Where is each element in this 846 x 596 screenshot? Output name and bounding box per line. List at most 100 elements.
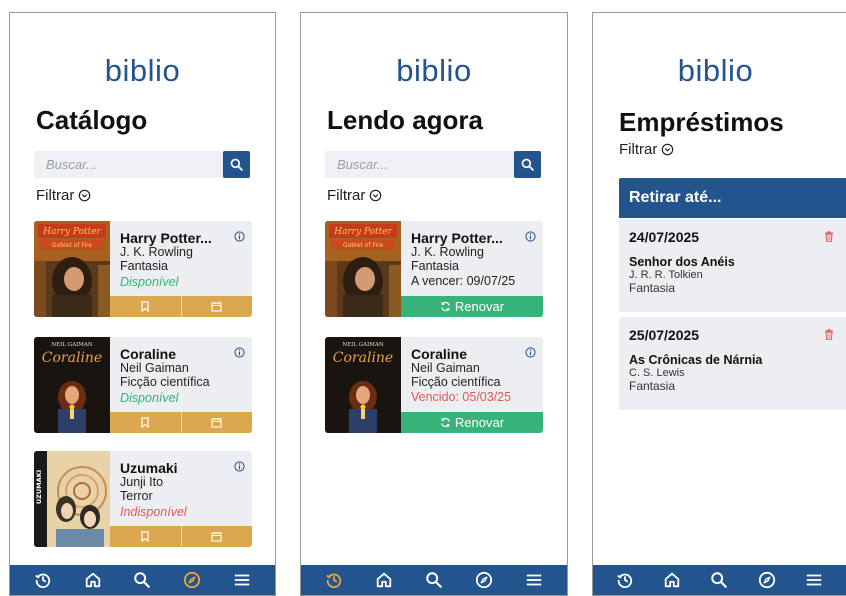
- pickup-date: 24/07/2025: [629, 229, 700, 245]
- history-icon: [326, 573, 342, 588]
- book-title: Harry Potter...: [120, 230, 212, 246]
- nav-home[interactable]: [661, 569, 683, 591]
- nav-menu[interactable]: [231, 569, 253, 591]
- home-icon: [85, 572, 100, 588]
- menu-icon: [234, 574, 250, 586]
- info-icon[interactable]: [525, 231, 536, 242]
- book-genre: Ficção científica: [411, 374, 501, 389]
- page-title: Catálogo: [36, 105, 148, 135]
- home-icon: [376, 572, 392, 588]
- loan-book-author: J. R. R. Tolkien: [629, 269, 703, 281]
- explore-icon: [758, 571, 775, 589]
- bookmark-icon: [141, 531, 149, 542]
- reserve-button[interactable]: [180, 412, 252, 433]
- nav-explore[interactable]: [473, 569, 495, 591]
- nav-search[interactable]: [708, 569, 730, 591]
- svg-text:Harry Potter: Harry Potter: [333, 227, 392, 237]
- book-title: Harry Potter...: [411, 230, 503, 246]
- loan-book-genre: Fantasia: [629, 281, 676, 295]
- search-bar[interactable]: Buscar...: [325, 151, 541, 178]
- availability-status: Disponível: [120, 391, 179, 405]
- search-button[interactable]: [223, 151, 250, 178]
- nav-history[interactable]: [614, 569, 636, 591]
- cover-author-text: NEIL GAIMAN: [51, 342, 93, 348]
- loans-header: Retirar até...: [619, 178, 846, 218]
- filter-label: Filtrar: [619, 141, 658, 158]
- book-info: Uzumaki Junji Ito Terror Indisponível: [120, 460, 248, 521]
- nav-history[interactable]: [323, 569, 345, 591]
- bottom-nav: [301, 565, 567, 595]
- book-author: J. K. Rowling: [120, 245, 193, 259]
- book-title: Uzumaki: [120, 460, 178, 476]
- nav-history[interactable]: [32, 569, 54, 591]
- book-info: Coraline Neil Gaiman Ficção científica V…: [411, 346, 539, 405]
- book-card[interactable]: Harry Potter Goblet of Fire Harry Potter…: [34, 221, 252, 317]
- filter-label: Filtrar: [327, 187, 366, 204]
- info-icon[interactable]: [234, 231, 245, 242]
- filter-toggle[interactable]: Filtrar: [327, 187, 382, 204]
- book-info: Coraline Neil Gaiman Ficção científica D…: [120, 346, 248, 407]
- availability-status: Disponível: [120, 275, 179, 289]
- due-date: Vencido: 05/03/25: [411, 390, 512, 404]
- book-genre: Ficção científica: [120, 374, 210, 389]
- nav-menu[interactable]: [803, 569, 825, 591]
- delete-icon[interactable]: [824, 231, 834, 242]
- loan-item[interactable]: 25/07/2025 As Crônicas de Nárnia C. S. L…: [619, 317, 846, 410]
- loan-item[interactable]: 24/07/2025 Senhor dos Anéis J. R. R. Tol…: [619, 219, 846, 312]
- bookmark-button[interactable]: [110, 412, 181, 433]
- nav-menu[interactable]: [523, 569, 545, 591]
- coraline-cover: NEIL GAIMAN Coraline: [34, 337, 110, 433]
- info-icon[interactable]: [234, 347, 245, 358]
- book-card[interactable]: UZUMAKI Uzumaki Junji Ito Terror Indispo…: [34, 451, 252, 547]
- bookmark-button[interactable]: [110, 526, 181, 547]
- search-bar[interactable]: Buscar...: [34, 151, 250, 178]
- renew-button[interactable]: Renovar: [401, 412, 543, 433]
- reading-card[interactable]: NEIL GAIMAN Coraline Coraline Neil Gaima…: [325, 337, 543, 433]
- svg-text:Goblet of Fire: Goblet of Fire: [52, 242, 92, 249]
- refresh-icon: [441, 301, 450, 312]
- delete-icon[interactable]: [824, 329, 834, 340]
- book-author: Junji Ito: [120, 475, 164, 489]
- book-card[interactable]: NEIL GAIMAN Coraline Coraline Neil Gaima…: [34, 337, 252, 433]
- availability-status: Indisponível: [120, 505, 187, 519]
- search-input[interactable]: Buscar...: [337, 157, 388, 172]
- bookmark-icon: [141, 301, 149, 312]
- loans-screen: biblio Empréstimos Filtrar Retirar até..…: [592, 12, 846, 596]
- nav-home[interactable]: [373, 569, 395, 591]
- harry-potter-cover: Harry Potter Goblet of Fire: [325, 221, 401, 317]
- filter-toggle[interactable]: Filtrar: [619, 141, 674, 158]
- search-button[interactable]: [514, 151, 541, 178]
- reading-card[interactable]: Harry Potter Goblet of Fire Harry Potter…: [325, 221, 543, 317]
- nav-explore[interactable]: [181, 569, 203, 591]
- search-input[interactable]: Buscar...: [46, 157, 97, 172]
- cover-title-text: Coraline: [333, 350, 393, 366]
- nav-explore[interactable]: [756, 569, 778, 591]
- app-logo: biblio: [677, 53, 754, 88]
- reserve-button[interactable]: [180, 296, 252, 317]
- nav-home[interactable]: [82, 569, 104, 591]
- history-icon: [616, 573, 632, 588]
- reading-screen: biblio Lendo agora Buscar... Filtrar Har…: [300, 12, 568, 596]
- renew-button[interactable]: Renovar: [401, 296, 543, 317]
- history-icon: [35, 573, 51, 588]
- chevron-down-icon: [370, 189, 382, 202]
- nav-search[interactable]: [423, 569, 445, 591]
- info-icon[interactable]: [234, 461, 245, 472]
- harry-potter-cover: Harry Potter Goblet of Fire: [34, 221, 110, 317]
- renew-label: Renovar: [454, 415, 505, 430]
- reserve-button[interactable]: [180, 526, 252, 547]
- book-genre: Terror: [120, 488, 153, 503]
- calendar-icon: [211, 418, 222, 428]
- bottom-nav: [593, 565, 846, 595]
- nav-search[interactable]: [131, 569, 153, 591]
- loan-book-author: C. S. Lewis: [629, 367, 685, 379]
- book-genre: Fantasia: [411, 258, 459, 273]
- book-info: Harry Potter... J. K. Rowling Fantasia D…: [120, 230, 248, 291]
- search-icon: [426, 572, 442, 588]
- filter-toggle[interactable]: Filtrar: [36, 187, 91, 204]
- card-actions: [110, 296, 252, 317]
- bottom-nav: [10, 565, 275, 595]
- info-icon[interactable]: [525, 347, 536, 358]
- menu-icon: [807, 574, 822, 586]
- bookmark-button[interactable]: [110, 296, 181, 317]
